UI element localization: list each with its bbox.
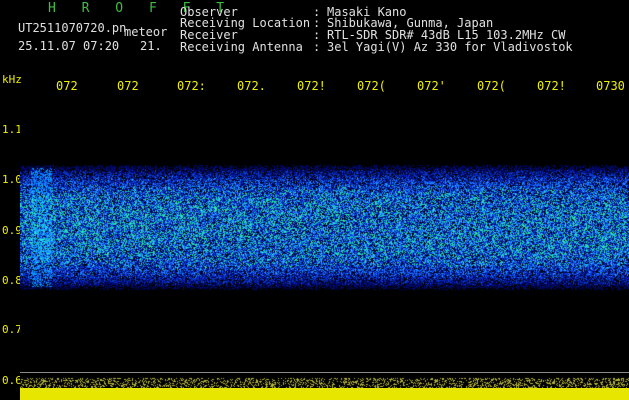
x-tick-label: 0730 [596,79,625,93]
x-tick-label: 072' [417,79,446,93]
x-tick-label: 072! [297,79,326,93]
capture-seconds: 21. [140,39,162,53]
filename-suffix: meteor [124,25,168,39]
info-value: 3el Yagi(V) Az 330 for Vladivostok [327,40,573,54]
x-tick-label: 072: [177,79,206,93]
x-tick-label: 072( [357,79,386,93]
waterfall-spectrogram [20,96,629,388]
filename-label: UT2511070720.pn [18,21,127,35]
y-tick-label: 1.1 [2,123,22,136]
y-tick-label: 1.0 [2,173,22,186]
info-colon: : [313,40,321,54]
x-tick-label: 072( [477,79,506,93]
signal-level-bar [20,388,629,400]
y-tick-label: 0.9 [2,224,22,237]
x-tick-label: 072! [537,79,566,93]
y-tick-label: 0.6 [2,374,22,387]
y-tick-label: 0.7 [2,323,22,336]
x-tick-label: 072 [56,79,78,93]
baseline-divider [20,372,629,373]
x-tick-label: 072 [117,79,139,93]
y-tick-label: 0.8 [2,274,22,287]
x-tick-label: 072. [237,79,266,93]
info-label: Receiving Antenna [180,40,303,54]
spectrogram-screen: H R O F F T UT2511070720.pn meteor 25.11… [0,0,629,400]
capture-datetime: 25.11.07 07:20 [18,39,120,53]
axis-unit-label: kHz [2,73,22,86]
